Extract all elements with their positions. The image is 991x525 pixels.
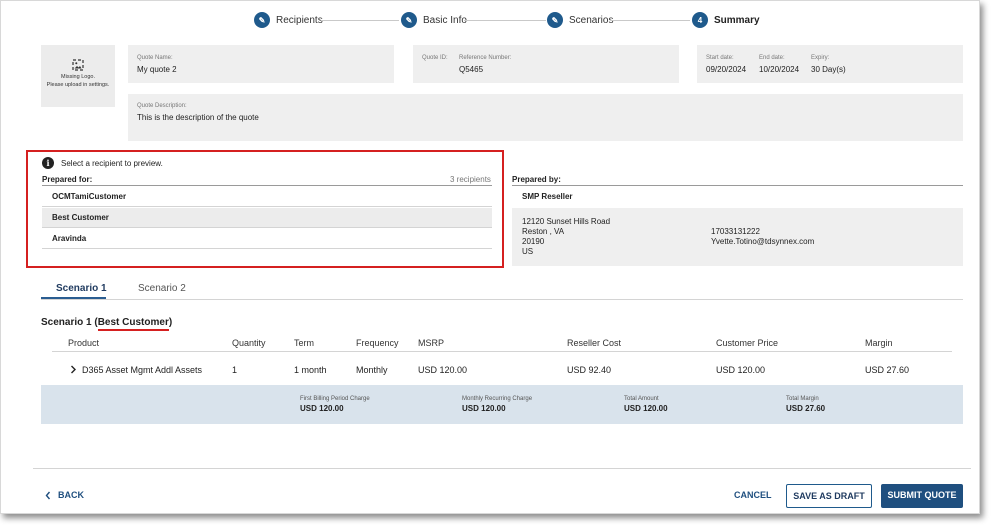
quote-description-label: Quote Description: [137,103,187,109]
total-amount-label: Total Amount [624,396,659,402]
quote-id-label: Quote ID: [422,55,448,61]
address-zip: 20190 [522,237,545,246]
step-number: 4 [692,12,708,28]
step-label: Summary [714,14,760,26]
column-header-margin: Margin [865,338,893,348]
info-icon: i [42,157,54,169]
column-header-frequency: Frequency [356,338,399,348]
total-margin-label: Total Margin [786,396,819,402]
reference-number-value: Q5465 [459,65,484,74]
quantity-value: 1 [232,365,238,375]
edit-icon: ✎ [401,12,417,28]
quote-description-box: Quote Description: This is the descripti… [128,94,963,141]
submit-quote-button[interactable]: SUBMIT QUOTE [881,484,963,508]
recipient-item[interactable]: Aravinda [42,229,492,249]
step-connector [464,20,546,21]
back-label: BACK [58,490,84,500]
prepared-by-label: Prepared by: [512,175,561,184]
footer-divider [33,468,971,469]
reseller-details-box: 12120 Sunset Hills Road Reston , VA 2019… [512,208,963,266]
msrp-value: USD 120.00 [418,365,468,375]
totals-summary-bar: First Billing Period Charge USD 120.00 M… [41,385,963,424]
term-value: 1 month [294,365,327,375]
reseller-email: Yvette.Totino@tdsynnex.com [711,237,815,246]
quote-name-label: Quote Name: [137,55,173,61]
quote-summary-window: ✎ Recipients ✎ Basic Info ✎ Scenarios 4 … [0,0,980,514]
recipient-item-selected[interactable]: Best Customer [42,208,492,228]
quote-description-value: This is the description of the quote [137,113,259,122]
edit-icon: ✎ [547,12,563,28]
divider [42,185,492,186]
expiry-value: 30 Day(s) [811,65,846,74]
image-icon [72,59,84,71]
column-header-msrp: MSRP [418,338,445,348]
scenario-title-suffix: ) [168,317,173,328]
reseller-name: SMP Reseller [522,192,573,201]
stepper: ✎ Recipients ✎ Basic Info ✎ Scenarios 4 … [254,11,774,29]
preview-info-text: Select a recipient to preview. [61,159,163,168]
chevron-left-icon [45,491,51,499]
quote-name-value: My quote 2 [137,65,177,74]
quote-id-box: Quote ID: Reference Number: Q5465 [413,45,679,83]
first-billing-value: USD 120.00 [300,404,344,413]
step-scenarios[interactable]: ✎ Scenarios [547,11,613,29]
edit-icon: ✎ [254,12,270,28]
step-label: Recipients [276,14,323,26]
address-line-2: Reston , VA [522,227,565,236]
address-line-1: 12120 Sunset Hills Road [522,217,611,226]
scenario-title: Scenario 1 (Best Customer) [41,317,173,331]
column-header-customer-price: Customer Price [716,338,779,348]
expiry-label: Expiry: [811,55,830,61]
logo-upload-hint: Please upload in settings. [46,82,110,88]
frequency-value: Monthly [356,365,388,375]
recipient-item[interactable]: OCMTamiCustomer [42,187,492,207]
table-header-divider [52,351,952,352]
total-amount-value: USD 120.00 [624,404,668,413]
chevron-right-icon[interactable] [70,365,77,374]
recipient-count: 3 recipients [450,175,491,184]
start-date-label: Start date: [706,55,734,61]
tab-scenario-2[interactable]: Scenario 2 [138,283,186,294]
reseller-cost-value: USD 92.40 [567,365,612,375]
start-date-value: 09/20/2024 [706,65,747,74]
margin-value: USD 27.60 [865,365,910,375]
step-label: Basic Info [423,14,467,26]
dates-box: Start date: 09/20/2024 End date: 10/20/2… [697,45,963,83]
address-country: US [522,247,534,256]
customer-price-value: USD 120.00 [716,365,766,375]
column-header-reseller-cost: Reseller Cost [567,338,622,348]
column-header-term: Term [294,338,314,348]
monthly-recurring-value: USD 120.00 [462,404,506,413]
scenario-customer-name: Best Customer [97,317,169,331]
first-billing-label: First Billing Period Charge [300,396,370,402]
reseller-phone: 17033131222 [711,227,760,236]
reference-number-label: Reference Number: [459,55,512,61]
column-header-quantity: Quantity [232,338,266,348]
tabs-divider [41,299,963,300]
cancel-button[interactable]: CANCEL [734,490,772,500]
save-as-draft-button[interactable]: SAVE AS DRAFT [786,484,872,508]
prepared-for-label: Prepared for: [42,175,93,184]
step-connector [321,20,399,21]
back-button[interactable]: BACK [45,490,84,500]
quote-name-box: Quote Name: My quote 2 [128,45,394,83]
product-name: D365 Asset Mgmt Addl Assets [82,365,203,375]
step-label: Scenarios [569,14,614,26]
total-margin-value: USD 27.60 [786,404,826,413]
step-summary[interactable]: 4 Summary [692,11,760,29]
end-date-label: End date: [759,55,785,61]
end-date-value: 10/20/2024 [759,65,800,74]
step-connector [610,20,690,21]
logo-missing-text: Missing Logo. [61,74,95,80]
monthly-recurring-label: Monthly Recurring Charge [462,396,533,402]
scenario-title-prefix: Scenario 1 ( [41,317,98,328]
divider [512,185,963,186]
column-header-product: Product [68,338,100,348]
logo-placeholder: Missing Logo. Please upload in settings. [41,45,115,107]
step-basic-info[interactable]: ✎ Basic Info [401,11,467,29]
step-recipients[interactable]: ✎ Recipients [254,11,323,29]
tab-scenario-1[interactable]: Scenario 1 [56,283,107,294]
